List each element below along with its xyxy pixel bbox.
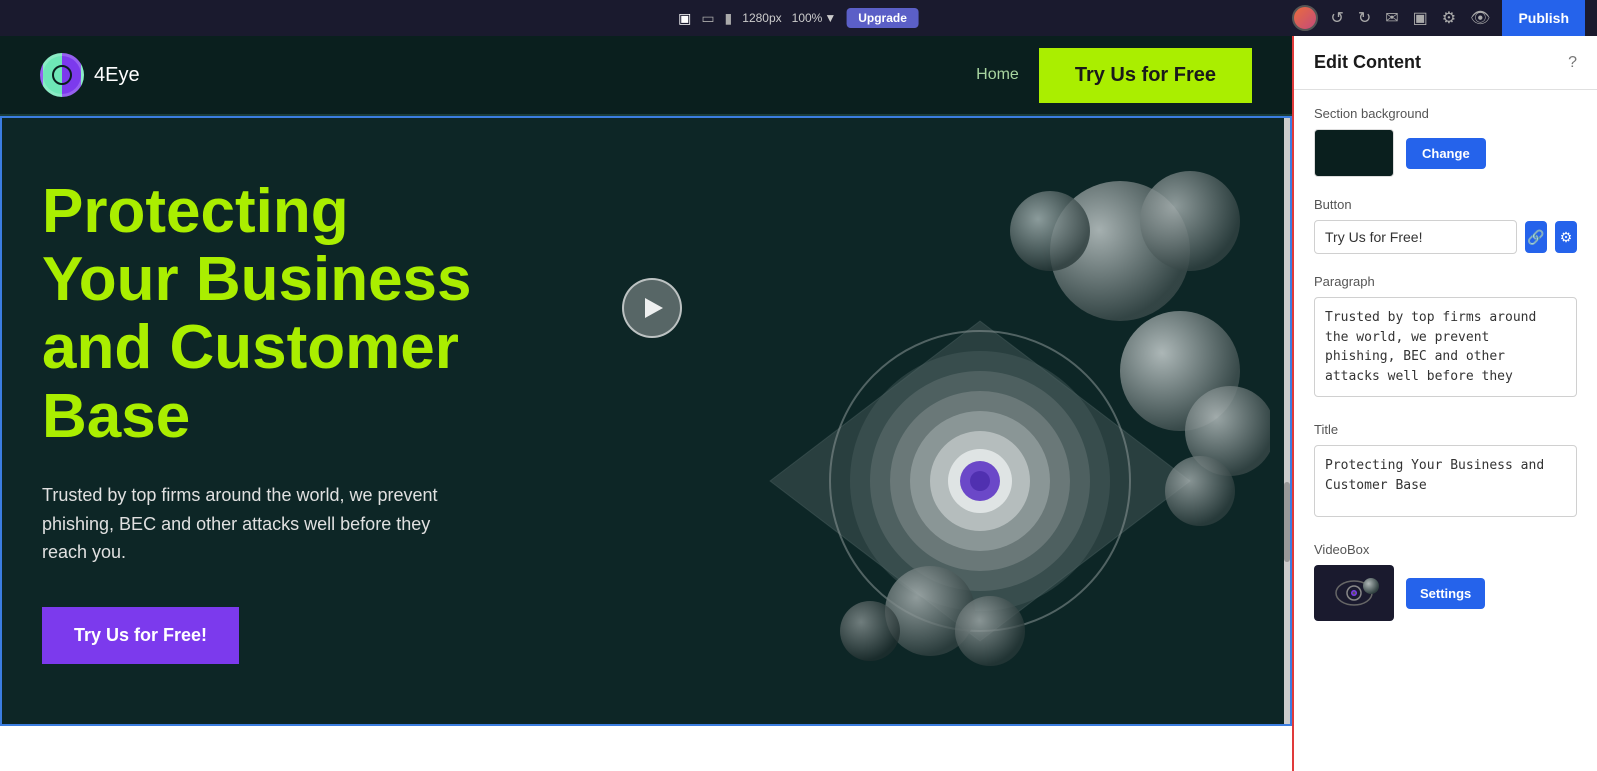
tablet-icon[interactable]: ▭ bbox=[701, 10, 714, 27]
logo-inner-circle bbox=[52, 65, 72, 85]
nav-home[interactable]: Home bbox=[976, 66, 1019, 84]
hero-section: Protecting Your Business and Customer Ba… bbox=[0, 116, 1292, 726]
play-button[interactable] bbox=[622, 278, 682, 338]
button-field: Button 🔗 ⚙ bbox=[1314, 197, 1577, 254]
panel-header: Edit Content ? bbox=[1294, 36, 1597, 90]
title-field: Title Protecting Your Business and Custo… bbox=[1314, 422, 1577, 522]
site-nav: 4Eye Home Try Us for Free bbox=[0, 36, 1292, 116]
website-frame: 4Eye Home Try Us for Free Protecting You… bbox=[0, 36, 1292, 771]
video-thumbnail bbox=[1314, 565, 1394, 621]
notification-icon[interactable]: ✉ bbox=[1383, 6, 1400, 30]
settings-icon[interactable]: ⚙ bbox=[1440, 6, 1458, 30]
bg-swatch[interactable] bbox=[1314, 129, 1394, 177]
zoom-button[interactable]: 100% ▼ bbox=[792, 11, 837, 25]
paragraph-field: Paragraph Trusted by top firms around th… bbox=[1314, 274, 1577, 402]
scrollbar-thumb[interactable] bbox=[1284, 482, 1290, 562]
hero-content: Protecting Your Business and Customer Ba… bbox=[2, 118, 522, 724]
desktop-icon[interactable]: ▣ bbox=[678, 10, 691, 27]
gear-icon-button[interactable]: ⚙ bbox=[1555, 221, 1577, 253]
redo-button[interactable]: ↻ bbox=[1356, 6, 1373, 30]
paragraph-field-label: Paragraph bbox=[1314, 274, 1577, 289]
hero-visual bbox=[522, 118, 1290, 724]
hero-title: Protecting Your Business and Customer Ba… bbox=[42, 178, 482, 451]
toolbar-right: ↺ ↻ ✉ ▣ ⚙ 👁 Publish bbox=[1292, 0, 1585, 36]
link-icon-button[interactable]: 🔗 bbox=[1525, 221, 1547, 253]
toolbar-center: ▣ ▭ ▮ 1280px 100% ▼ Upgrade bbox=[678, 8, 919, 28]
scrollbar[interactable] bbox=[1284, 118, 1290, 724]
title-textarea[interactable]: Protecting Your Business and Customer Ba… bbox=[1314, 445, 1577, 517]
upgrade-button[interactable]: Upgrade bbox=[846, 8, 919, 28]
preview-area: 4Eye Home Try Us for Free Protecting You… bbox=[0, 36, 1292, 771]
mobile-icon[interactable]: ▮ bbox=[725, 10, 733, 27]
paragraph-textarea[interactable]: Trusted by top firms around the world, w… bbox=[1314, 297, 1577, 397]
button-field-label: Button bbox=[1314, 197, 1577, 212]
change-button[interactable]: Change bbox=[1406, 138, 1486, 169]
title-field-label: Title bbox=[1314, 422, 1577, 437]
videobox-field: VideoBox bbox=[1314, 542, 1577, 621]
button-text-input[interactable] bbox=[1314, 220, 1517, 254]
comments-icon[interactable]: ▣ bbox=[1411, 6, 1430, 30]
main-area: 4Eye Home Try Us for Free Protecting You… bbox=[0, 36, 1597, 771]
nav-cta-button[interactable]: Try Us for Free bbox=[1039, 48, 1252, 103]
eye-graphic bbox=[690, 171, 1270, 671]
panel-body: Section background Change Button 🔗 ⚙ Par… bbox=[1294, 90, 1597, 637]
site-logo: 4Eye bbox=[40, 53, 140, 97]
section-background-label: Section background bbox=[1314, 106, 1577, 121]
play-triangle-icon bbox=[645, 298, 663, 318]
bg-field: Change bbox=[1314, 129, 1577, 177]
panel-title: Edit Content bbox=[1314, 52, 1421, 73]
section-background-field: Section background Change bbox=[1314, 106, 1577, 177]
hero-paragraph: Trusted by top firms around the world, w… bbox=[42, 481, 442, 567]
avatar[interactable] bbox=[1292, 5, 1318, 31]
preview-icon[interactable]: 👁 bbox=[1468, 6, 1492, 30]
videobox-label: VideoBox bbox=[1314, 542, 1577, 557]
help-button[interactable]: ? bbox=[1568, 54, 1577, 72]
undo-button[interactable]: ↺ bbox=[1328, 6, 1345, 30]
nav-links: Home Try Us for Free bbox=[976, 48, 1252, 103]
button-input-row: 🔗 ⚙ bbox=[1314, 220, 1577, 254]
logo-icon bbox=[40, 53, 84, 97]
hero-cta-button[interactable]: Try Us for Free! bbox=[42, 607, 239, 664]
video-thumb-graphic bbox=[1319, 568, 1389, 618]
resolution-label: 1280px bbox=[742, 11, 781, 25]
videobox-settings-button[interactable]: Settings bbox=[1406, 578, 1485, 609]
toolbar: ▣ ▭ ▮ 1280px 100% ▼ Upgrade ↺ ↻ ✉ ▣ ⚙ 👁 … bbox=[0, 0, 1597, 36]
videobox-row: Settings bbox=[1314, 565, 1577, 621]
edit-panel: Edit Content ? Section background Change… bbox=[1292, 36, 1597, 771]
logo-text: 4Eye bbox=[94, 64, 140, 87]
publish-button[interactable]: Publish bbox=[1502, 0, 1585, 36]
